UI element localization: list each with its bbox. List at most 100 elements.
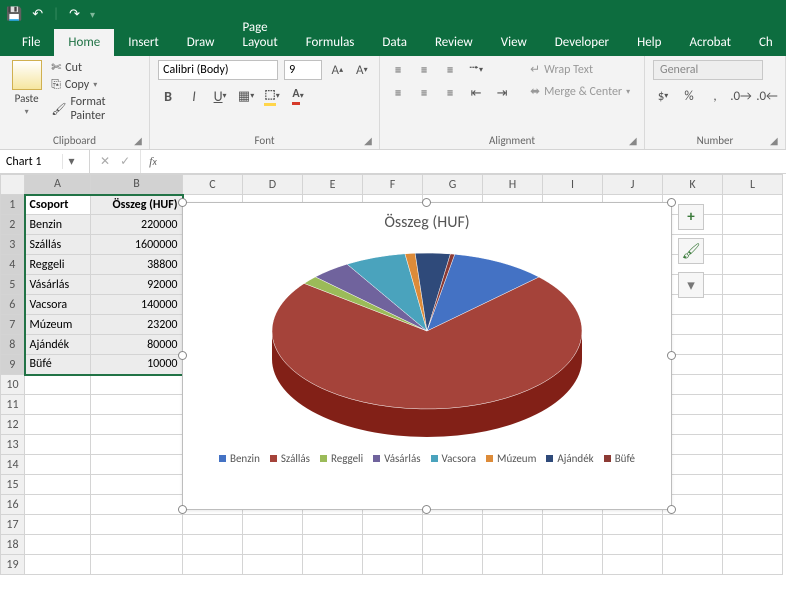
- cell-A18[interactable]: [25, 535, 91, 555]
- row-header-10[interactable]: 10: [1, 375, 25, 395]
- cell-K17[interactable]: [663, 515, 723, 535]
- cell-A7[interactable]: Múzeum: [25, 315, 91, 335]
- chart-plot-area[interactable]: [183, 236, 671, 446]
- cell-A4[interactable]: Reggeli: [25, 255, 91, 275]
- cell-B12[interactable]: [91, 415, 183, 435]
- cell-B19[interactable]: [91, 555, 183, 575]
- cell-L9[interactable]: [723, 355, 783, 375]
- cell-G18[interactable]: [423, 535, 483, 555]
- tab-ch[interactable]: Ch: [745, 29, 786, 56]
- name-box[interactable]: ▾: [0, 150, 90, 173]
- cell-H19[interactable]: [483, 555, 543, 575]
- cell-L15[interactable]: [723, 475, 783, 495]
- cell-A16[interactable]: [25, 495, 91, 515]
- select-all-corner[interactable]: [1, 175, 25, 195]
- tab-review[interactable]: Review: [421, 29, 487, 56]
- borders-button[interactable]: ▦ ▾: [236, 86, 256, 106]
- row-header-11[interactable]: 11: [1, 395, 25, 415]
- cell-A8[interactable]: Ajándék: [25, 335, 91, 355]
- cell-A3[interactable]: Szállás: [25, 235, 91, 255]
- cell-K19[interactable]: [663, 555, 723, 575]
- cell-I17[interactable]: [543, 515, 603, 535]
- chart-title[interactable]: Összeg (HUF): [183, 203, 671, 236]
- cell-L7[interactable]: [723, 315, 783, 335]
- cell-A6[interactable]: Vacsora: [25, 295, 91, 315]
- font-launcher-icon[interactable]: ◢: [364, 134, 376, 146]
- cell-B16[interactable]: [91, 495, 183, 515]
- worksheet-grid[interactable]: ABCDEFGHIJKL1CsoportÖsszeg (HUF)2Benzin2…: [0, 174, 786, 608]
- clipboard-launcher-icon[interactable]: ◢: [134, 134, 146, 146]
- cell-B11[interactable]: [91, 395, 183, 415]
- number-launcher-icon[interactable]: ◢: [770, 134, 782, 146]
- col-header-G[interactable]: G: [423, 175, 483, 195]
- cell-L6[interactable]: [723, 295, 783, 315]
- row-header-6[interactable]: 6: [1, 295, 25, 315]
- fx-icon[interactable]: fx: [141, 150, 165, 173]
- cell-I18[interactable]: [543, 535, 603, 555]
- row-header-4[interactable]: 4: [1, 255, 25, 275]
- tab-help[interactable]: Help: [623, 29, 675, 56]
- cell-L13[interactable]: [723, 435, 783, 455]
- cancel-formula-icon[interactable]: ✕: [100, 154, 110, 169]
- chart-styles-button[interactable]: 🖌: [678, 238, 704, 264]
- resize-handle[interactable]: [178, 198, 187, 207]
- col-header-A[interactable]: A: [25, 175, 91, 195]
- accounting-format-icon[interactable]: $ ▾: [653, 86, 673, 106]
- orientation-icon[interactable]: ⭬ ▾: [466, 60, 486, 80]
- legend-item[interactable]: Vacsora: [431, 452, 477, 465]
- cell-A10[interactable]: [25, 375, 91, 395]
- align-center-icon[interactable]: ≡: [414, 83, 434, 103]
- cell-J17[interactable]: [603, 515, 663, 535]
- cell-D19[interactable]: [243, 555, 303, 575]
- italic-button[interactable]: I: [184, 86, 204, 106]
- name-box-input[interactable]: [0, 155, 62, 169]
- cut-button[interactable]: ✄Cut: [51, 60, 141, 75]
- cell-I19[interactable]: [543, 555, 603, 575]
- row-header-9[interactable]: 9: [1, 355, 25, 375]
- tab-home[interactable]: Home: [54, 29, 114, 56]
- wrap-text-button[interactable]: ↵Wrap Text: [526, 60, 634, 79]
- increase-font-icon[interactable]: A▴: [328, 60, 347, 80]
- row-header-19[interactable]: 19: [1, 555, 25, 575]
- col-header-I[interactable]: I: [543, 175, 603, 195]
- cell-A12[interactable]: [25, 415, 91, 435]
- row-header-5[interactable]: 5: [1, 275, 25, 295]
- cell-A15[interactable]: [25, 475, 91, 495]
- align-left-icon[interactable]: ≡: [388, 83, 408, 103]
- cell-L14[interactable]: [723, 455, 783, 475]
- chart-object[interactable]: Összeg (HUF) BenzinSzállásReggeliVásárlá…: [182, 202, 672, 510]
- cell-B7[interactable]: 23200: [91, 315, 183, 335]
- comma-format-icon[interactable]: ,: [705, 86, 725, 106]
- legend-item[interactable]: Reggeli: [320, 452, 363, 465]
- cell-F19[interactable]: [363, 555, 423, 575]
- col-header-E[interactable]: E: [303, 175, 363, 195]
- alignment-launcher-icon[interactable]: ◢: [629, 134, 641, 146]
- tab-file[interactable]: File: [8, 29, 54, 56]
- cell-L5[interactable]: [723, 275, 783, 295]
- cell-B8[interactable]: 80000: [91, 335, 183, 355]
- fill-color-button[interactable]: ⬚ ▾: [262, 86, 282, 106]
- cell-L11[interactable]: [723, 395, 783, 415]
- row-header-1[interactable]: 1: [1, 195, 25, 215]
- resize-handle[interactable]: [667, 505, 676, 514]
- cell-B13[interactable]: [91, 435, 183, 455]
- cell-D18[interactable]: [243, 535, 303, 555]
- legend-item[interactable]: Büfé: [604, 452, 635, 465]
- cell-A13[interactable]: [25, 435, 91, 455]
- cell-L8[interactable]: [723, 335, 783, 355]
- cell-C17[interactable]: [183, 515, 243, 535]
- row-header-7[interactable]: 7: [1, 315, 25, 335]
- cell-B5[interactable]: 92000: [91, 275, 183, 295]
- align-bottom-icon[interactable]: ≡: [440, 60, 460, 80]
- col-header-J[interactable]: J: [603, 175, 663, 195]
- font-color-button[interactable]: A ▾: [288, 86, 308, 106]
- cell-B15[interactable]: [91, 475, 183, 495]
- cell-F18[interactable]: [363, 535, 423, 555]
- cell-L19[interactable]: [723, 555, 783, 575]
- cell-A5[interactable]: Vásárlás: [25, 275, 91, 295]
- tab-view[interactable]: View: [487, 29, 541, 56]
- cell-B9[interactable]: 10000: [91, 355, 183, 375]
- cell-E18[interactable]: [303, 535, 363, 555]
- row-header-8[interactable]: 8: [1, 335, 25, 355]
- row-header-2[interactable]: 2: [1, 215, 25, 235]
